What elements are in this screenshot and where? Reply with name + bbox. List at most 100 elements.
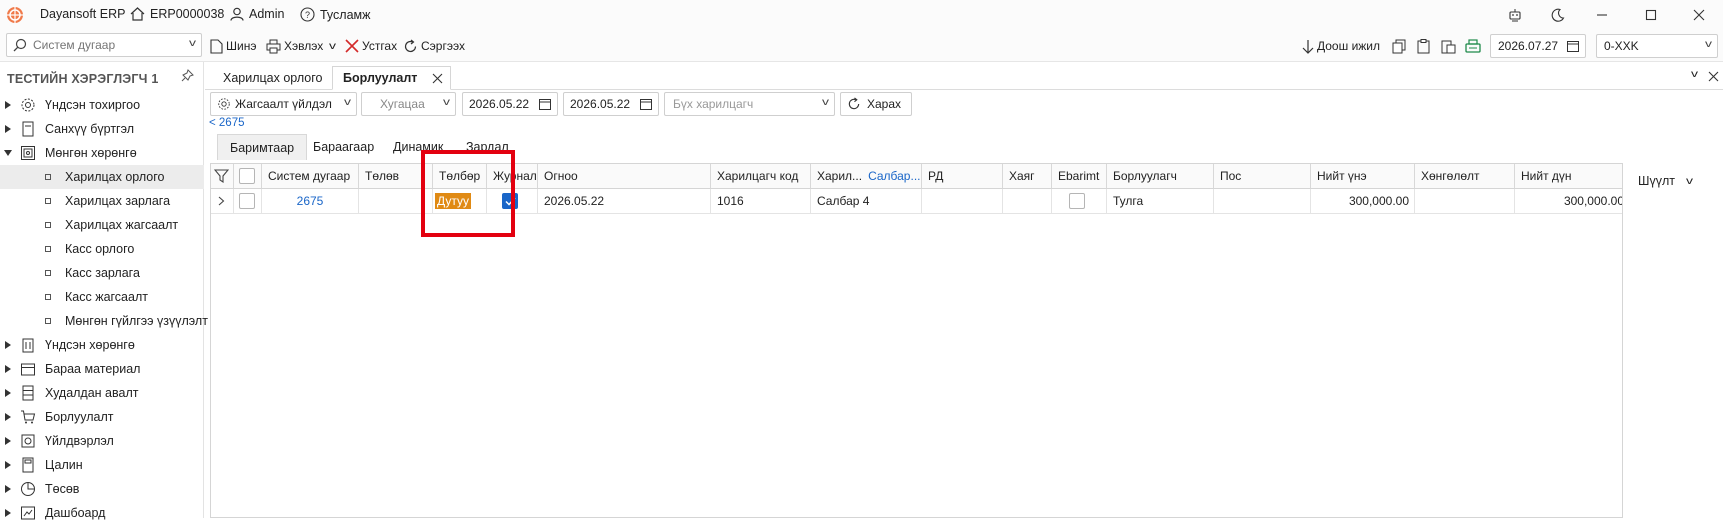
company-button[interactable]: ERP0000038 [130,7,224,21]
new-button[interactable]: Шинэ [210,36,256,56]
expand-arrow-icon[interactable] [5,365,11,373]
expand-row-icon[interactable] [211,189,234,214]
sidebar-subitem-cash-list[interactable]: Касс жагсаалт [0,285,204,309]
select-all-checkbox[interactable] [234,164,262,189]
col-seller[interactable]: Борлуулагч [1107,164,1214,189]
sidebar-subitem-bank-list[interactable]: Харилцах жагсаалт [0,213,204,237]
row-select-checkbox[interactable] [234,189,262,214]
period-dropdown[interactable]: Хугацаа v [361,92,456,116]
journal-checkbox-checked[interactable] [502,193,518,209]
collapse-arrow-icon[interactable] [4,150,12,156]
close-icon[interactable] [1684,4,1714,26]
help-button[interactable]: ? Тусламж [300,7,371,22]
chevron-down-icon[interactable]: v [1691,69,1698,80]
col-journal[interactable]: Журнал [487,164,538,189]
tab-by-document[interactable]: Баримтаар [217,134,308,160]
filter-panel-toggle[interactable]: Шүүлт v [1638,174,1693,188]
col-net-total[interactable]: Нийт дүн [1515,164,1622,189]
row-customer: Салбар 4 [811,189,922,214]
sidebar-subitem-bank-income[interactable]: Харилцах орлого [0,165,204,189]
col-payment[interactable]: Төлбөр [433,164,487,189]
col-customer[interactable]: Харил... Салбар... [811,164,922,189]
delete-button[interactable]: Устгах [345,36,397,56]
sidebar-subitem-cash-income[interactable]: Касс орлого [0,237,204,261]
tab-expense[interactable]: Зардал [454,134,521,160]
tab-by-item[interactable]: Бараагаар [301,134,386,160]
close-all-tabs-icon[interactable] [1708,71,1719,82]
sidebar-subitem-bank-expense[interactable]: Харилцах зарлага [0,189,204,213]
expand-arrow-icon[interactable] [5,509,11,517]
sort-button[interactable]: Доош ижил [1302,36,1380,56]
row-journal-cell[interactable] [487,189,538,214]
calendar-icon [539,99,551,110]
sidebar-subitem-cashflow-indicator[interactable]: Мөнгөн гүйлгээ үзүүлэлт [0,309,208,333]
col-status[interactable]: Төлөв [359,164,423,189]
chevron-down-icon: v [1705,39,1712,50]
col-ebarimt[interactable]: Ebarimt [1052,164,1107,189]
copy-icon[interactable] [1392,36,1407,56]
expand-arrow-icon[interactable] [5,413,11,421]
dark-mode-icon[interactable] [1543,4,1573,26]
ebarimt-checkbox[interactable] [1069,193,1085,209]
col-branch-label[interactable]: Салбар... [868,169,920,183]
close-tab-icon[interactable] [432,73,443,84]
expand-arrow-icon[interactable] [5,341,11,349]
row-system-number-link[interactable]: 2675 [262,189,359,214]
sidebar-item-cash[interactable]: Мөнгөн хөрөнгө [0,141,204,165]
paste-icon[interactable] [1441,36,1456,56]
sidebar-item-inventory[interactable]: Бараа материал [0,357,204,381]
col-discount[interactable]: Хөнгөлөлт [1415,164,1515,189]
calculator-icon [22,457,34,473]
expand-arrow-icon[interactable] [5,125,11,133]
sidebar-item-fixed-assets[interactable]: Үндсэн хөрөнгө [0,333,204,357]
sidebar-item-production[interactable]: Үйлдвэрлэл [0,429,204,453]
back-link[interactable]: < 2675 [209,117,245,129]
user-button[interactable]: Admin [230,7,284,21]
col-customer-code[interactable]: Харилцагч код [711,164,811,189]
expand-arrow-icon[interactable] [5,485,11,493]
sidebar-item-finance[interactable]: Санхүү бүртгэл [0,117,204,141]
row-net-total: 300,000.00 [1515,189,1622,214]
col-rd[interactable]: РД [922,164,1003,189]
tab-bank-income[interactable]: Харилцах орлого [213,66,332,90]
period-select[interactable]: 0-XXK v [1596,34,1718,58]
maximize-icon[interactable] [1636,4,1666,26]
robot-icon[interactable] [1500,4,1530,26]
col-pos[interactable]: Пос [1214,164,1311,189]
col-address[interactable]: Хаяг [1003,164,1052,189]
expand-arrow-icon[interactable] [5,461,11,469]
date-picker[interactable]: 2026.07.27 [1490,34,1586,58]
sidebar-item-sales[interactable]: Борлуулалт [0,405,204,429]
date-from-picker[interactable]: 2026.05.22 [462,92,558,116]
tab-dynamic[interactable]: Динамик [381,134,455,160]
pin-icon[interactable] [181,69,194,82]
print-button[interactable]: Хэвлэх v [266,36,336,56]
refresh-button[interactable]: Сэргээх [403,36,465,56]
system-number-search[interactable]: v [6,33,202,57]
row-ebarimt-cell[interactable] [1052,189,1107,214]
sidebar-item-budget[interactable]: Төсөв [0,477,204,501]
sidebar-subitem-cash-expense[interactable]: Касс зарлага [0,261,204,285]
col-total-price[interactable]: Нийт үнэ [1311,164,1415,189]
bullet-icon [45,270,51,276]
sidebar-item-purchase[interactable]: Худалдан авалт [0,381,204,405]
filter-icon[interactable] [211,164,234,189]
expand-arrow-icon[interactable] [5,389,11,397]
expand-arrow-icon[interactable] [5,101,11,109]
clipboard-icon[interactable] [1416,36,1431,56]
minimize-icon[interactable] [1587,4,1617,26]
col-date[interactable]: Огноо [538,164,711,189]
tab-label: Баримтаар [230,140,295,155]
list-actions-dropdown[interactable]: Жагсаалт үйлдэл v [210,92,357,116]
col-system-number[interactable]: Систем дугаар [262,164,359,189]
date-to-picker[interactable]: 2026.05.22 [563,92,659,116]
search-input[interactable] [33,38,173,52]
expand-arrow-icon[interactable] [5,437,11,445]
view-button[interactable]: Харах [840,92,912,116]
sidebar-item-payroll[interactable]: Цалин [0,453,204,477]
sidebar-item-dashboard[interactable]: Дашбоард [0,501,204,525]
tab-sales[interactable]: Борлуулалт [332,66,451,90]
customer-dropdown[interactable]: Бүх харилцагч v [664,92,835,116]
sidebar-item-basic-settings[interactable]: Үндсэн тохиргоо [0,93,204,117]
cash-register-icon[interactable] [1465,36,1481,56]
